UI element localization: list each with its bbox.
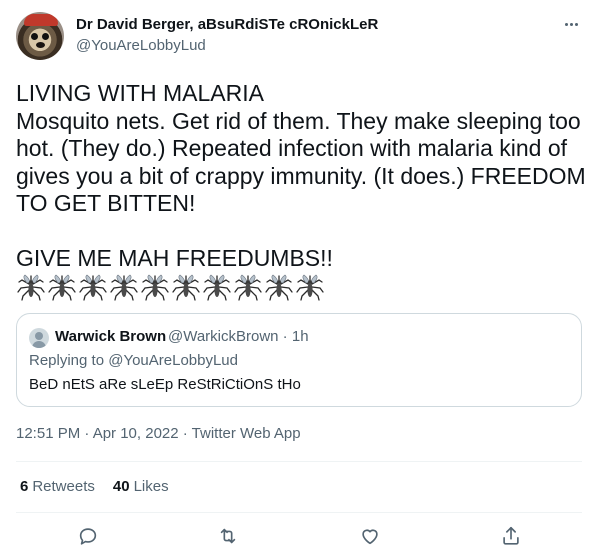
author-avatar[interactable] [16,12,64,60]
quote-avatar[interactable] [29,328,49,348]
avatar-eye [42,33,49,40]
author-handle[interactable]: @YouAreLobbyLud [76,37,206,54]
divider [16,461,582,462]
likes-label: Likes [133,478,169,495]
tweet-text: LIVING WITH MALARIA Mosquito nets. Get r… [16,80,588,273]
likes-stat[interactable]: 40 Likes [113,478,169,495]
mosquito-icon [79,274,107,301]
author-name[interactable]: Dr David Berger, aBsuRdiSTe cROnickLeR [76,16,378,33]
mosquito-emoji-row [16,272,325,302]
retweets-count: 6 [20,478,29,495]
tweet-text-line: LIVING WITH MALARIA [16,80,264,106]
more-icon[interactable] [560,16,582,32]
tweet-actions [16,523,582,549]
tweet-text-line: GIVE ME MAH FREEDUMBS!! [16,245,333,271]
tweet-text-line: Mosquito nets. Get rid of them. They mak… [16,107,581,134]
likes-count: 40 [112,478,130,495]
quote-replying-to: Replying to @YouAreLobbyLud [29,352,238,369]
replying-to-handle[interactable]: @YouAreLobbyLud [108,352,238,369]
tweet-stats: 6 Retweets 40 Likes [20,478,169,495]
tweet-timestamp[interactable]: 12:51 PM · Apr 10, 2022 · Twitter Web Ap… [16,425,301,442]
mosquito-icon [110,274,138,301]
quote-author-name[interactable]: Warwick Brown [55,328,166,345]
mosquito-icon [234,274,262,301]
avatar-nose [36,42,45,48]
mosquito-icon [265,274,293,301]
mosquito-icon [17,274,45,301]
retweet-icon[interactable] [215,523,241,549]
retweets-stat[interactable]: 6 Retweets [20,478,95,495]
mosquito-icon [48,274,76,301]
mosquito-icon [141,274,169,301]
quote-text: BeD nEtS aRe sLeEp ReStRiCtiOnS tHo [29,376,301,393]
tweet-text-line: hot. (They do.) Repeated infection with … [16,135,568,161]
avatar-hat [24,14,58,26]
retweets-label: Retweets [32,478,95,495]
share-icon[interactable] [498,523,524,549]
mosquito-icon [296,274,324,301]
quoted-tweet[interactable]: Warwick Brown @WarkickBrown · 1h Replyin… [16,313,582,407]
divider [16,512,582,513]
mosquito-icon [203,274,231,301]
quote-author-handle: @WarkickBrown · 1h [168,328,309,345]
avatar-eye [31,33,38,40]
tweet-text-line: TO GET BITTEN! [16,190,196,216]
tweet-text-line: gives you a bit of crappy immunity. (It … [16,162,586,189]
replying-to-label: Replying to [29,352,109,369]
mosquito-icon [172,274,200,301]
heart-icon[interactable] [357,523,383,549]
tweet-header: Dr David Berger, aBsuRdiSTe cROnickLeR @… [16,12,582,62]
reply-icon[interactable] [75,523,101,549]
